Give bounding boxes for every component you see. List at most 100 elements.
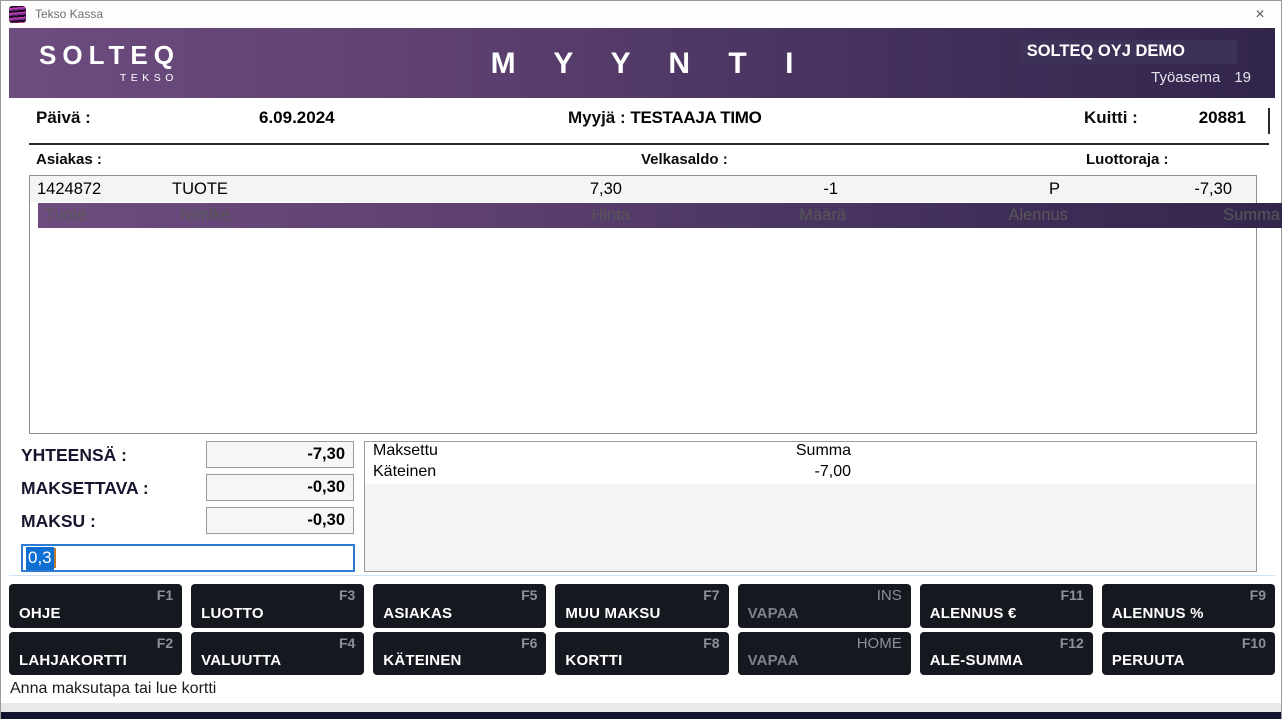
fkey-vapaa-home-label: VAPAA	[748, 652, 799, 669]
fkey-valuutta-hint: F4	[339, 635, 355, 651]
date-label: Päivä :	[36, 108, 91, 128]
fkey-kortti-button[interactable]: F8 KORTTI	[555, 632, 728, 676]
total-label: YHTEENSÄ :	[21, 445, 127, 466]
seller-value: TESTAAJA TIMO	[630, 108, 761, 127]
fkey-vapaa-home-hint: HOME	[857, 635, 902, 652]
payment-amount: -7,00	[815, 463, 851, 481]
fkey-peruuta-button[interactable]: F10 PERUUTA	[1102, 632, 1275, 676]
fkey-ale-summa-label: ALE-SUMMA	[930, 652, 1023, 669]
items-table: Tuote Nimike Hinta Määrä Alennus Summa 1…	[29, 175, 1257, 434]
fkey-alennus-pct-label: ALENNUS %	[1112, 605, 1204, 622]
fkey-kateinen-button[interactable]: F6 KÄTEINEN	[373, 632, 546, 676]
fkey-alennus-euro-hint: F11	[1060, 587, 1083, 603]
window-title: Tekso Kassa	[35, 7, 103, 21]
fkey-kortti-hint: F8	[703, 635, 719, 651]
fkey-ohje-hint: F1	[157, 587, 173, 603]
total-amount-box: -7,30	[206, 441, 354, 468]
close-icon[interactable]: ×	[1249, 4, 1271, 26]
fkey-muu-maksu-button[interactable]: F7 MUU MAKSU	[555, 584, 728, 628]
screen-header: SOLTEQ TEKSO M Y Y N T I SOLTEQ OYJ DEMO…	[9, 28, 1275, 98]
fkey-alennus-euro-label: ALENNUS €	[930, 605, 1017, 622]
fkey-peruuta-label: PERUUTA	[1112, 652, 1185, 669]
fkey-lahjakortti-hint: F2	[157, 635, 173, 651]
col-header-price: Hinta	[480, 206, 630, 225]
customer-info-row: Asiakas : Velkasaldo : Luottoraja :	[1, 151, 1281, 171]
receipt-info-row: Päivä : 6.09.2024 Myyjä : TESTAAJA TIMO …	[1, 108, 1281, 138]
credit-limit-label: Luottoraja :	[1086, 151, 1169, 168]
fkey-luotto-hint: F3	[339, 587, 355, 603]
receipt-label: Kuitti :	[1084, 108, 1138, 128]
content-bottom-divider	[9, 575, 1275, 576]
payment-method: Käteinen	[373, 463, 436, 480]
fkey-kateinen-hint: F6	[521, 635, 537, 651]
status-bar: Anna maksutapa tai lue kortti	[1, 676, 1281, 703]
col-header-name: Nimike	[180, 206, 480, 225]
table-row[interactable]: 1424872 TUOTE 7,30 -1 P -7,30	[30, 176, 1256, 202]
payments-panel: Maksettu Summa Käteinen -7,00	[364, 441, 1257, 572]
payment-amount-box: -0,30	[206, 507, 354, 534]
app-window: Tekso Kassa × SOLTEQ TEKSO M Y Y N T I S…	[0, 0, 1282, 719]
receipt-number: 20881	[1156, 108, 1246, 128]
fkey-peruuta-hint: F10	[1242, 635, 1266, 651]
seller-block: Myyjä : TESTAAJA TIMO	[568, 108, 762, 128]
app-logo-icon	[9, 6, 26, 23]
bottom-gray-strip	[1, 703, 1281, 712]
fkey-valuutta-button[interactable]: F4 VALUUTTA	[191, 632, 364, 676]
fkey-alennus-pct-button[interactable]: F9 ALENNUS %	[1102, 584, 1275, 628]
fkey-alennus-euro-button[interactable]: F11 ALENNUS €	[920, 584, 1093, 628]
company-name: SOLTEQ OYJ DEMO	[1019, 40, 1237, 64]
fkey-alennus-pct-hint: F9	[1250, 587, 1266, 603]
payments-header-row: Maksettu Summa	[365, 442, 1256, 463]
bottom-dark-strip	[1, 712, 1281, 719]
amount-input-selected-text: 0,3	[26, 547, 54, 570]
col-header-sum: Summa	[1068, 206, 1282, 225]
col-header-product: Tuote	[38, 206, 180, 225]
fkey-valuutta-label: VALUUTTA	[201, 652, 281, 669]
col-header-discount: Alennus	[846, 206, 1068, 225]
cell-quantity: -1	[622, 180, 838, 199]
payment-label: MAKSU :	[21, 511, 96, 532]
title-bar: Tekso Kassa ×	[1, 1, 1281, 28]
workstation-label: Työasema	[1151, 69, 1220, 86]
text-caret	[54, 548, 56, 568]
col-header-quantity: Määrä	[630, 206, 846, 225]
fkey-ohje-button[interactable]: F1 OHJE	[9, 584, 182, 628]
fkey-asiakas-hint: F5	[521, 587, 537, 603]
fkey-lahjakortti-label: LAHJAKORTTI	[19, 652, 127, 669]
payments-empty-area	[365, 484, 1256, 571]
fkey-vapaa-ins-button: INS VAPAA	[738, 584, 911, 628]
fkey-lahjakortti-button[interactable]: F2 LAHJAKORTTI	[9, 632, 182, 676]
fkey-kortti-label: KORTTI	[565, 652, 622, 669]
payable-amount-box: -0,30	[206, 474, 354, 501]
fkey-muu-maksu-label: MUU MAKSU	[565, 605, 660, 622]
payment-row: Käteinen -7,00	[365, 463, 1256, 484]
fkey-luotto-button[interactable]: F3 LUOTTO	[191, 584, 364, 628]
fkey-asiakas-button[interactable]: F5 ASIAKAS	[373, 584, 546, 628]
fkey-ale-summa-button[interactable]: F12 ALE-SUMMA	[920, 632, 1093, 676]
fkey-muu-maksu-hint: F7	[703, 587, 719, 603]
fkey-asiakas-label: ASIAKAS	[383, 605, 452, 622]
workstation-info: Työasema19	[1151, 69, 1251, 86]
fkey-kateinen-label: KÄTEINEN	[383, 652, 461, 669]
fkey-luotto-label: LUOTTO	[201, 605, 264, 622]
fkey-vapaa-ins-label: VAPAA	[748, 605, 799, 622]
payable-label: MAKSETTAVA :	[21, 478, 149, 499]
cell-price: 7,30	[472, 180, 622, 199]
fkey-ale-summa-hint: F12	[1060, 635, 1084, 651]
cell-product-name: TUOTE	[172, 180, 472, 199]
cell-sum: -7,30	[1060, 180, 1256, 199]
payments-amount-header: Summa	[796, 442, 851, 460]
customer-label: Asiakas :	[36, 151, 102, 168]
cell-product-code: 1424872	[30, 180, 172, 199]
seller-label: Myyjä :	[568, 108, 626, 127]
cell-discount: P	[838, 180, 1060, 199]
receipt-field-edge	[1268, 108, 1270, 134]
fkey-ohje-label: OHJE	[19, 605, 61, 622]
payments-method-header: Maksettu	[373, 442, 438, 459]
header-divider	[29, 143, 1269, 145]
debt-balance-label: Velkasaldo :	[641, 151, 728, 168]
fkey-vapaa-ins-hint: INS	[877, 587, 902, 604]
date-value: 6.09.2024	[259, 108, 335, 128]
function-key-grid: F1 OHJE F3 LUOTTO F5 ASIAKAS F7 MUU MAKS…	[9, 584, 1275, 675]
amount-input[interactable]: 0,3	[21, 544, 355, 572]
